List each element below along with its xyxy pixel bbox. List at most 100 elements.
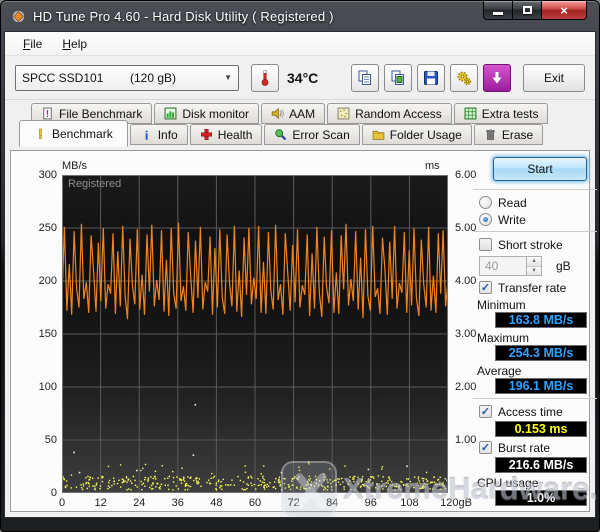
y-left-tick: 200 (23, 275, 57, 287)
minimize-icon (493, 12, 503, 15)
error-scan-icon (274, 128, 287, 141)
svg-text:!: ! (46, 109, 49, 120)
tab-label: Benchmark (52, 127, 113, 141)
copy-image-icon (389, 69, 407, 87)
registered-watermark: Registered (68, 178, 121, 190)
access-time-value: 0.153 ms (495, 421, 587, 437)
read-label: Read (498, 196, 527, 210)
app-icon (11, 9, 26, 24)
app-window: HD Tune Pro 4.60 - Hard Disk Utility ( R… (0, 0, 600, 532)
temperature-value: 34°C (287, 70, 318, 86)
y-left-tick: 150 (23, 328, 57, 340)
transfer-rate-label: Transfer rate (498, 281, 566, 295)
tab-disk-monitor[interactable]: Disk monitor (154, 103, 259, 124)
benchmark-panel: MB/s ms Registered 3002502001501005006.0… (10, 150, 590, 512)
disk-monitor-icon (164, 107, 177, 120)
x-axis-tick: 96 (365, 497, 377, 509)
x-axis-tick: 12 (94, 497, 106, 509)
title-bar[interactable]: HD Tune Pro 4.60 - Hard Disk Utility ( R… (1, 1, 599, 31)
burst-rate-label: Burst rate (498, 441, 550, 455)
read-radio[interactable]: Read (479, 195, 599, 210)
y-right-axis-title: ms (425, 160, 440, 172)
tab-label: Random Access (355, 107, 442, 121)
drive-select[interactable]: SPCC SSD101 (120 gB) ▼ (15, 65, 239, 91)
aam-icon (271, 107, 284, 120)
menu-bar: FileHelp (5, 32, 595, 56)
write-radio-circle (479, 213, 492, 226)
menu-item-file[interactable]: File (13, 34, 52, 54)
tab-label: Erase (502, 128, 533, 142)
spin-up-icon[interactable]: ▲ (527, 257, 541, 267)
file-benchmark-icon: ! (41, 107, 54, 120)
download-button[interactable] (483, 64, 511, 92)
read-radio-circle (479, 196, 492, 209)
side-panel: Start Read Write Short stroke 40 (471, 155, 599, 509)
drive-capacity: (120 gB) (130, 71, 176, 85)
tab-strip: !File BenchmarkDisk monitorAAMRandom Acc… (5, 100, 595, 150)
temperature-button[interactable] (251, 64, 279, 92)
burst-rate-value: 216.6 MB/s (495, 457, 587, 473)
tab-aam[interactable]: AAM (261, 103, 325, 124)
minimum-value: 163.8 MB/s (495, 312, 587, 328)
save-button[interactable] (417, 64, 445, 92)
transfer-rate-checkbox[interactable]: ✓ Transfer rate (479, 280, 599, 295)
copy-text-button[interactable] (351, 64, 379, 92)
average-label: Average (477, 364, 599, 377)
gears-icon (455, 69, 473, 87)
y-left-tick: 300 (23, 169, 57, 181)
tab-benchmark[interactable]: ! Benchmark (19, 120, 128, 147)
maximum-label: Maximum (477, 331, 599, 344)
random-access-icon (337, 107, 350, 120)
access-time-label: Access time (498, 405, 563, 419)
y-left-tick: 250 (23, 222, 57, 234)
x-axis-tick: 24 (133, 497, 145, 509)
capacity-unit-label: gB (556, 259, 571, 273)
separator (473, 398, 597, 399)
burst-rate-checkbox[interactable]: ✓ Burst rate (479, 440, 599, 455)
menu-item-help[interactable]: Help (52, 34, 97, 54)
tab-random-access[interactable]: Random Access (327, 103, 452, 124)
start-button[interactable]: Start (493, 157, 587, 181)
capacity-input[interactable]: 40 (479, 256, 527, 276)
spin-down-icon[interactable]: ▼ (527, 267, 541, 276)
copy-image-button[interactable] (384, 64, 412, 92)
options-button[interactable] (450, 64, 478, 92)
close-button[interactable]: × (542, 1, 587, 20)
tab-label: AAM (289, 107, 315, 121)
write-radio[interactable]: Write (479, 212, 599, 227)
maximize-icon (523, 6, 532, 14)
spinner-buttons[interactable]: ▲ ▼ (527, 256, 542, 276)
separator (473, 231, 597, 232)
tab-extra-tests[interactable]: Extra tests (454, 103, 549, 124)
tab-info[interactable]: iInfo (130, 124, 188, 145)
tab-erase[interactable]: Erase (474, 124, 543, 145)
x-axis-tick: 108 (400, 497, 418, 509)
tab-label: Disk monitor (182, 107, 249, 121)
y-left-tick: 50 (23, 434, 57, 446)
transfer-rate-checkbox-box: ✓ (479, 281, 492, 294)
exit-label: Exit (544, 71, 564, 85)
benchmark-icon: ! (34, 127, 47, 140)
copy-text-icon (356, 69, 374, 87)
toolbar: SPCC SSD101 (120 gB) ▼ 34°C (5, 56, 595, 100)
maximize-button[interactable] (513, 1, 542, 20)
capacity-spinner[interactable]: 40 ▲ ▼ gB (479, 256, 599, 276)
short-stroke-checkbox[interactable]: Short stroke (479, 237, 599, 252)
svg-text:i: i (144, 128, 148, 141)
health-icon (200, 128, 213, 141)
window-title: HD Tune Pro 4.60 - Hard Disk Utility ( R… (33, 9, 334, 24)
exit-button[interactable]: Exit (523, 64, 585, 92)
tab-folder-usage[interactable]: Folder Usage (362, 124, 472, 145)
save-icon (422, 69, 440, 87)
x-axis-tick: 120gB (440, 497, 472, 509)
tab-health[interactable]: Health (190, 124, 263, 145)
x-axis-tick: 72 (287, 497, 299, 509)
short-stroke-label: Short stroke (498, 238, 563, 252)
tab-label: Folder Usage (390, 128, 462, 142)
minimize-button[interactable] (483, 1, 513, 20)
client-area: FileHelp SPCC SSD101 (120 gB) ▼ 34°C (4, 31, 596, 518)
folder-usage-icon (372, 128, 385, 141)
tab-label: Error Scan (292, 128, 349, 142)
tab-error-scan[interactable]: Error Scan (264, 124, 359, 145)
access-time-checkbox[interactable]: ✓ Access time (479, 404, 599, 419)
